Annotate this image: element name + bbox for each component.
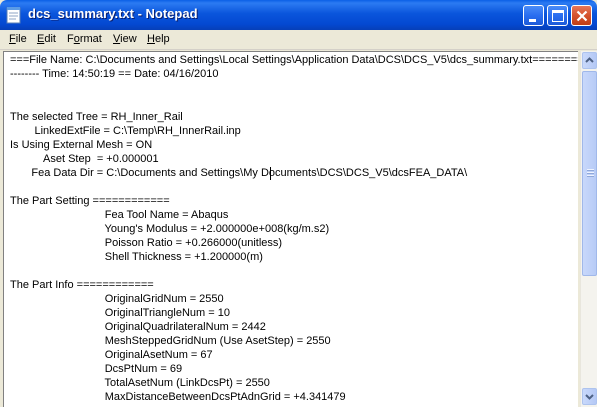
text-line: Fea Data Dir = C:\Documents and Settings… xyxy=(10,167,468,179)
menu-edit[interactable]: Edit xyxy=(37,33,56,45)
menu-file[interactable]: File xyxy=(9,33,27,45)
menu-help[interactable]: Help xyxy=(147,33,170,45)
text-line: TotalAsetNum (LinkDcsPt) = 2550 xyxy=(10,377,270,389)
notepad-icon xyxy=(6,7,21,24)
text-line: The Part Setting ============ xyxy=(10,195,170,207)
text-editor[interactable]: ===File Name: C:\Documents and Settings\… xyxy=(3,51,578,407)
text-line: MaxDistanceBetweenDcsPtAdnGrid = +4.3414… xyxy=(10,391,346,403)
scroll-up-button[interactable] xyxy=(582,52,597,69)
text-line: LinkedExtFile = C:\Temp\RH_InnerRail.inp xyxy=(10,125,241,137)
vertical-scrollbar[interactable] xyxy=(580,51,597,407)
maximize-icon xyxy=(552,10,564,22)
text-line: Aset Step = +0.000001 xyxy=(10,153,159,165)
text-line: The selected Tree = RH_Inner_Rail xyxy=(10,111,183,123)
menu-view[interactable]: View xyxy=(113,33,137,45)
title-bar[interactable]: dcs_summary.txt - Notepad xyxy=(0,0,597,30)
text-line: OriginalQuadrilateralNum = 2442 xyxy=(10,321,266,333)
text-caret xyxy=(270,167,271,180)
arrow-down-icon xyxy=(585,394,594,400)
maximize-button[interactable] xyxy=(547,5,568,26)
text-line: MeshSteppedGridNum (Use AsetStep) = 2550 xyxy=(10,335,331,347)
text-line: ===File Name: C:\Documents and Settings\… xyxy=(10,54,578,66)
text-line: -------- Time: 14:50:19 == Date: 04/16/2… xyxy=(10,68,219,80)
text-line: OriginalTriangleNum = 10 xyxy=(10,307,230,319)
scroll-down-button[interactable] xyxy=(582,388,597,405)
text-line: Fea Tool Name = Abaqus xyxy=(10,209,229,221)
scroll-thumb[interactable] xyxy=(582,71,597,276)
close-icon xyxy=(576,10,588,22)
minimize-icon xyxy=(529,19,536,22)
text-line: Shell Thickness = +1.200000(m) xyxy=(10,251,263,263)
close-button[interactable] xyxy=(571,5,592,26)
text-line: Is Using External Mesh = ON xyxy=(10,139,153,151)
grip-line xyxy=(587,176,594,177)
text-line: Poisson Ratio = +0.266000(unitless) xyxy=(10,237,283,249)
menu-bar: File Edit Format View Help xyxy=(0,30,597,50)
grip-line xyxy=(587,173,594,174)
text-line: DcsPtNum = 69 xyxy=(10,363,183,375)
text-line: The Part Info ============ xyxy=(10,279,154,291)
text-line: OriginalAsetNum = 67 xyxy=(10,349,213,361)
text-line: Young's Modulus = +2.000000e+008(kg/m.s2… xyxy=(10,223,330,235)
notepad-window: dcs_summary.txt - Notepad File Edit Form… xyxy=(0,0,597,407)
text-line: OriginalGridNum = 2550 xyxy=(10,293,224,305)
window-title: dcs_summary.txt - Notepad xyxy=(28,6,198,21)
menu-format[interactable]: Format xyxy=(67,33,102,45)
grip-line xyxy=(587,170,594,171)
arrow-up-icon xyxy=(585,57,594,63)
minimize-button[interactable] xyxy=(523,5,544,26)
